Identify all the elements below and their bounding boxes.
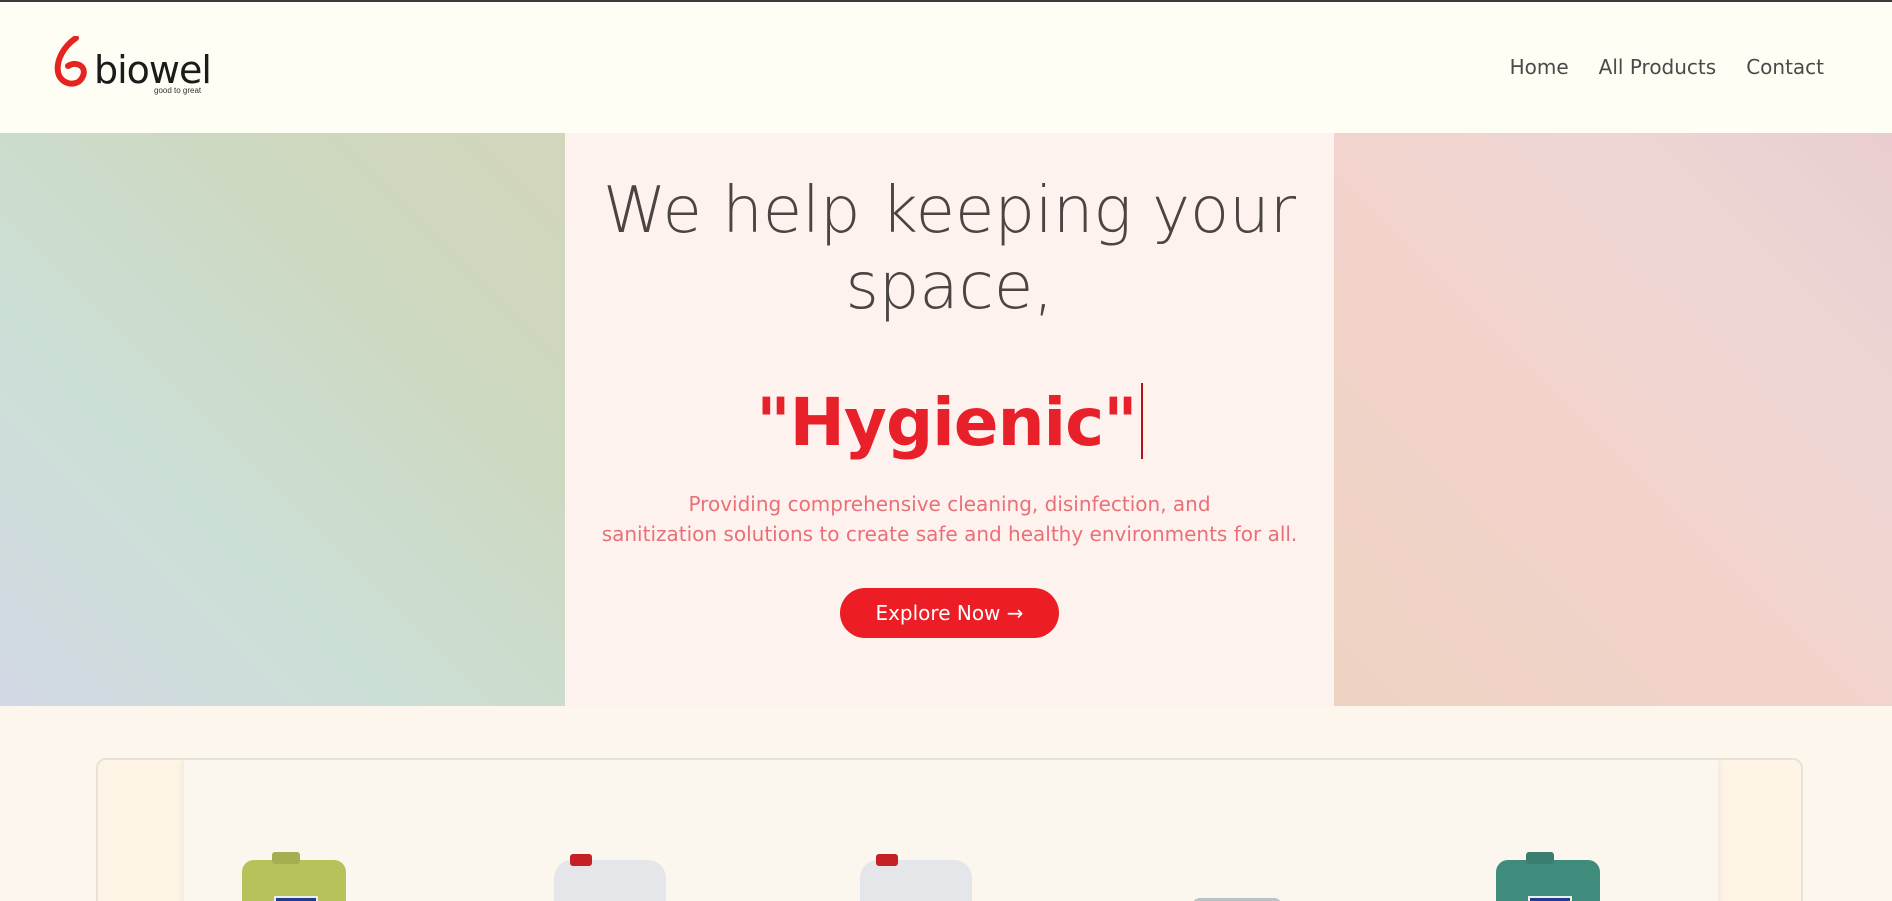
brand-logo[interactable]: biowel good to great [52, 36, 212, 100]
hero-subtext: Providing comprehensive cleaning, disinf… [565, 489, 1334, 549]
hero-section: We help keeping your space, "Hygienic" P… [0, 133, 1892, 706]
nav-contact[interactable]: Contact [1746, 55, 1824, 79]
green-canister-icon[interactable] [1496, 852, 1600, 901]
hero-right-gradient [1334, 133, 1892, 706]
hero-typed-word: "Hygienic" [756, 384, 1137, 461]
typing-cursor [1140, 383, 1143, 459]
hero-left-gradient [0, 133, 565, 706]
products-section [0, 706, 1892, 901]
white-canister-icon[interactable] [554, 854, 666, 901]
hero-content: We help keeping your space, "Hygienic" P… [565, 133, 1334, 706]
hero-headline: We help keeping your space, [602, 174, 1297, 324]
product-carousel[interactable] [96, 758, 1803, 901]
main-nav: Home All Products Contact [1510, 55, 1824, 79]
biowel-logo-icon [54, 36, 87, 87]
hero-subtext-line-1: Providing comprehensive cleaning, disinf… [688, 492, 1211, 516]
product-carousel-track [184, 760, 1718, 901]
nav-home[interactable]: Home [1510, 55, 1569, 79]
nav-all-products[interactable]: All Products [1599, 55, 1717, 79]
typed-text-wrap: "Hygienic" [565, 383, 1334, 461]
site-header: biowel good to great Home All Products C… [0, 2, 1892, 133]
explore-now-button[interactable]: Explore Now → [840, 588, 1059, 638]
white-canister-icon[interactable] [860, 854, 972, 901]
green-canister-icon[interactable] [242, 852, 346, 901]
hero-subtext-line-2: sanitization solutions to create safe an… [601, 522, 1298, 546]
brand-tagline: good to great [154, 86, 202, 95]
